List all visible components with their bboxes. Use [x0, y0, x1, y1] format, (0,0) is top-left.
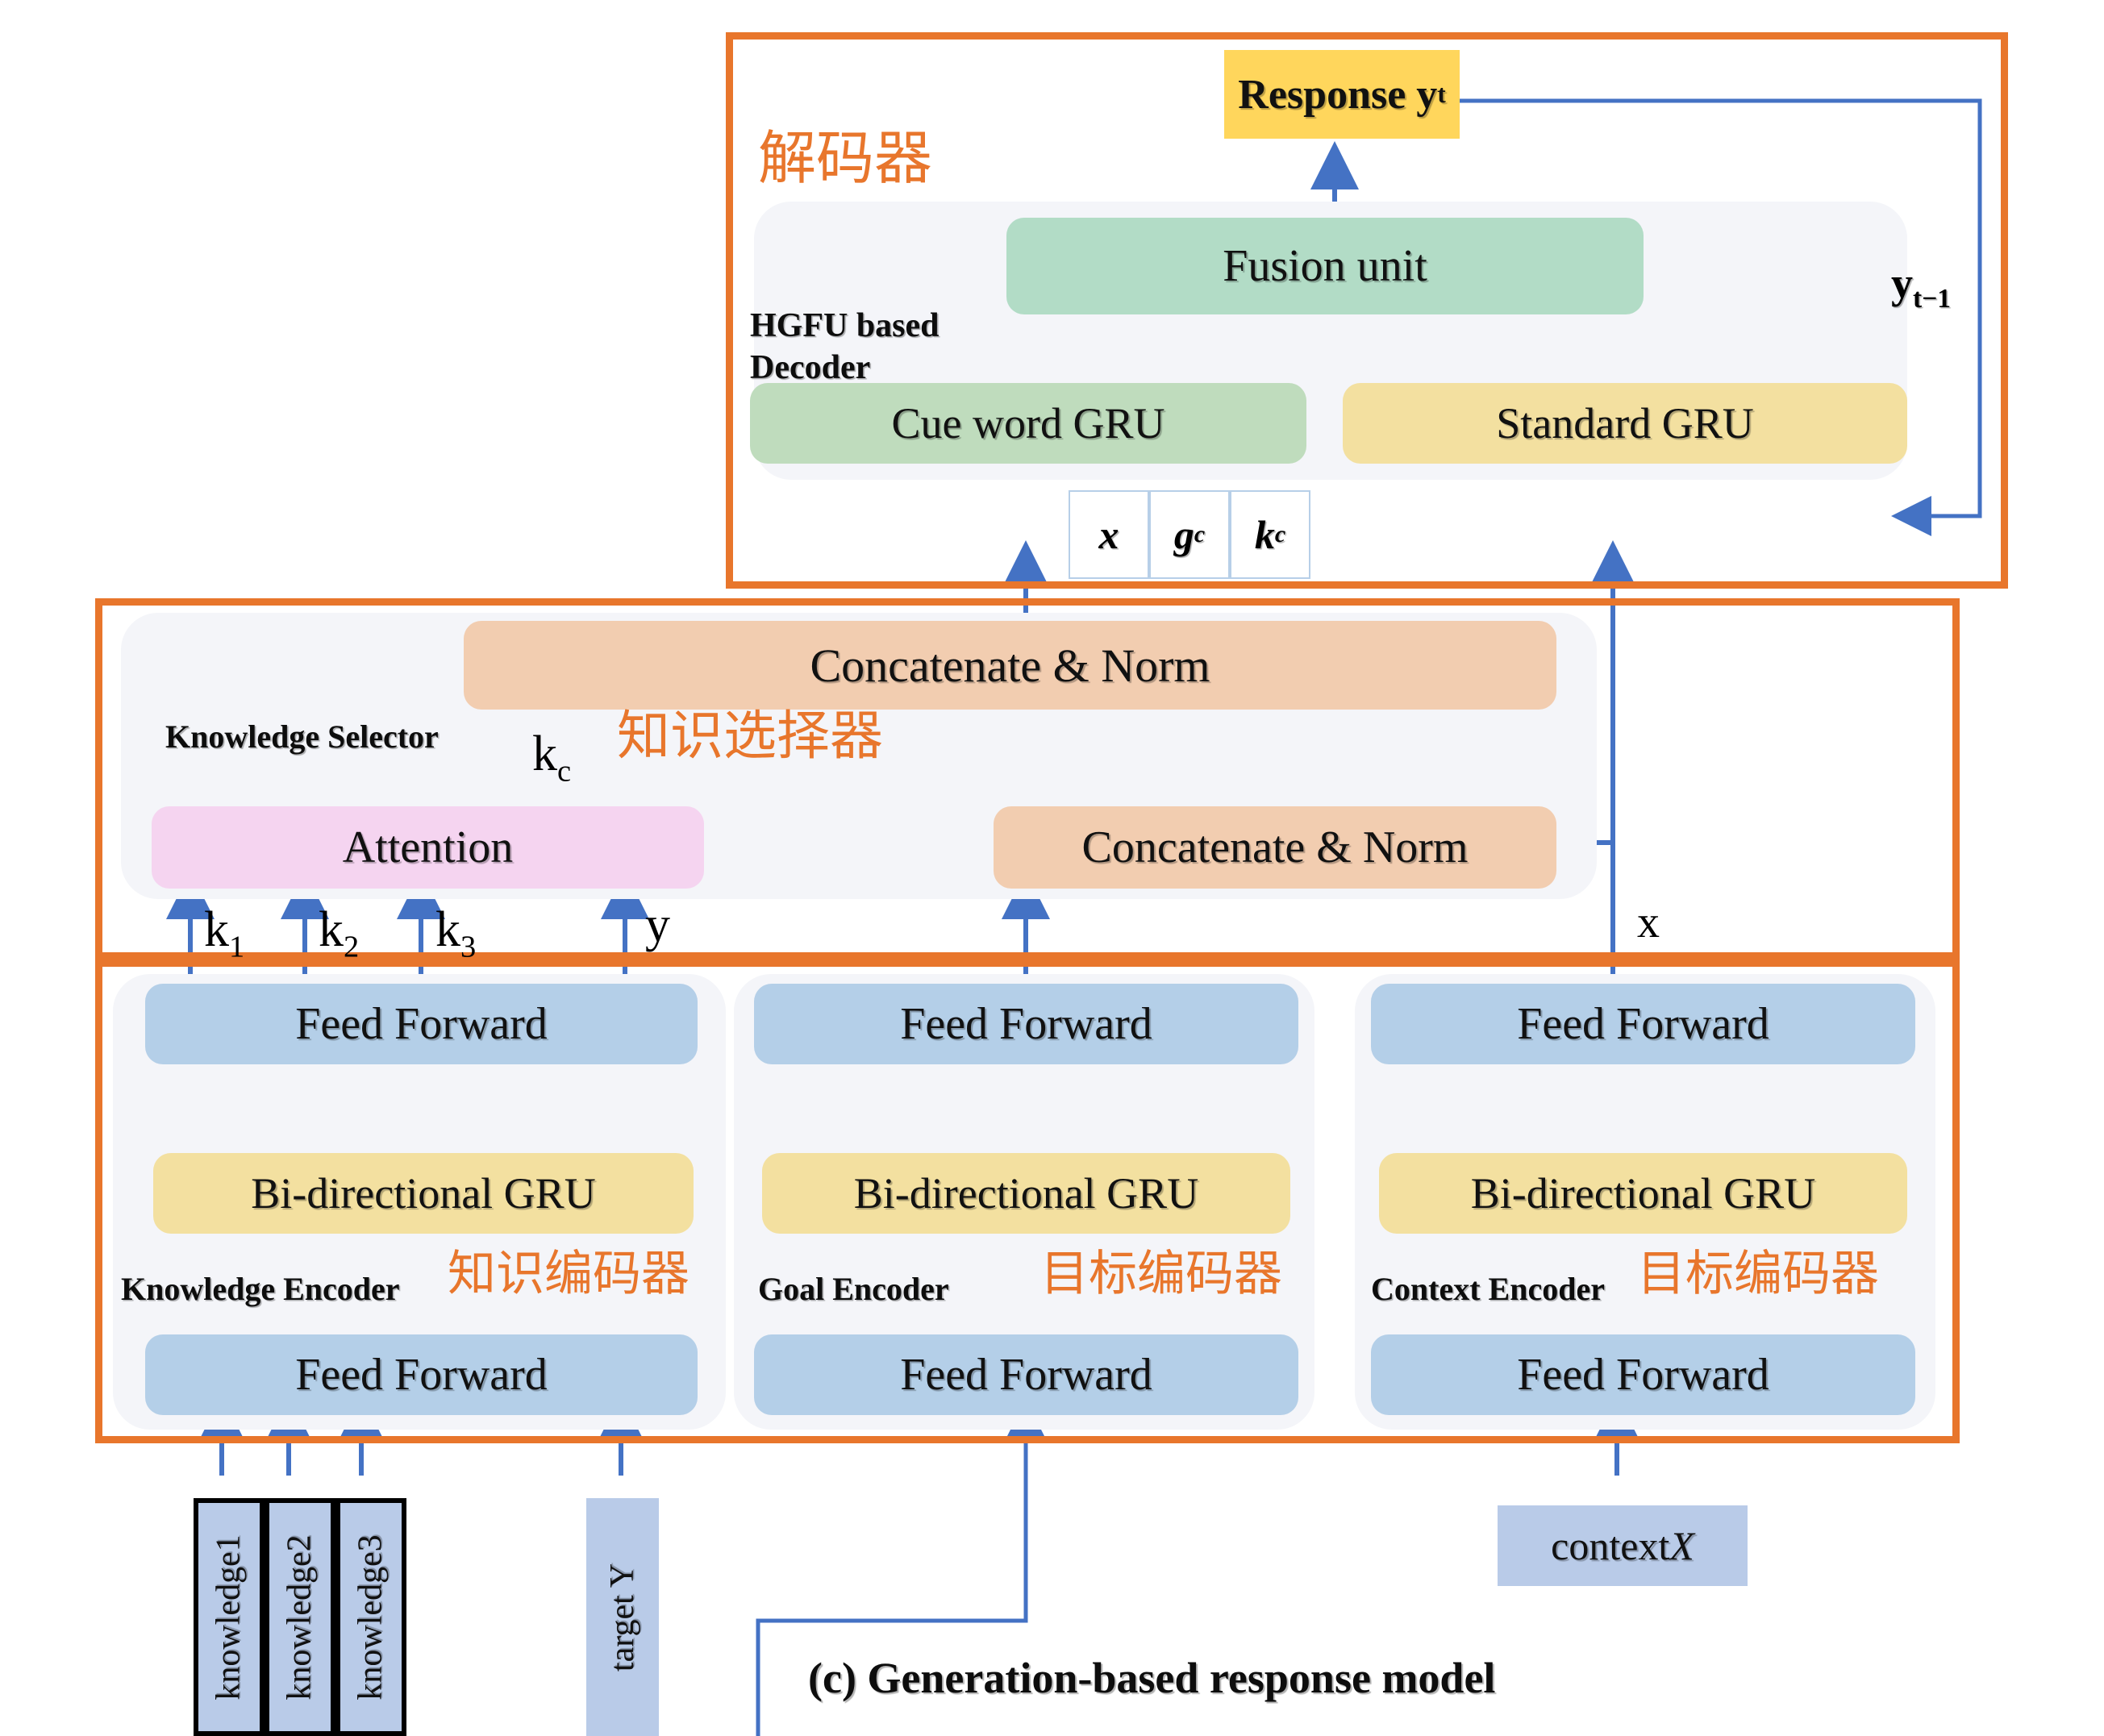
cell-kc-base: k — [1254, 512, 1275, 557]
response-label: Response y — [1238, 71, 1438, 118]
input-knowledge1-label: knowledge1 — [210, 1534, 248, 1701]
concat-norm-mid-label: Concatenate & Norm — [1081, 822, 1469, 872]
context-encoder-section-label-cn: 目标编码器 — [1637, 1246, 1879, 1302]
input-knowledge3: knowledge3 — [335, 1498, 406, 1736]
feedback-base: y — [1891, 259, 1913, 307]
input-knowledge2-label: knowledge2 — [281, 1534, 319, 1701]
input-target-y-label: target Y — [604, 1563, 641, 1671]
kc-sub: c — [557, 754, 572, 789]
cue-word-gru-box: Cue word GRU — [750, 383, 1306, 464]
standard-gru-box: Standard GRU — [1343, 383, 1907, 464]
y-wire-label: y — [645, 897, 670, 952]
goal-ff-top-label: Feed Forward — [900, 999, 1152, 1049]
goal-ff-bottom-label: Feed Forward — [900, 1350, 1152, 1400]
context-ff-bottom-label: Feed Forward — [1517, 1350, 1769, 1400]
standard-gru-label: Standard GRU — [1496, 399, 1754, 448]
input-context-x: context X — [1498, 1505, 1748, 1586]
decoder-section-label-cn: 解码器 — [758, 124, 933, 192]
knowledge-encoder-feed-forward-bottom: Feed Forward — [145, 1334, 698, 1415]
k1-base: k — [204, 902, 229, 957]
knowledge-ff-bottom-label: Feed Forward — [295, 1350, 548, 1400]
cell-gc-base: g — [1173, 512, 1194, 557]
context-encoder-bigru: Bi-directional GRU — [1379, 1153, 1907, 1234]
feedback-yt-minus-1-label: yt−1 — [1891, 258, 1951, 314]
concat-norm-top-label: Concatenate & Norm — [810, 639, 1210, 692]
context-encoder-label: Context Encoder — [1371, 1271, 1605, 1307]
cell-x-label: x — [1098, 512, 1119, 557]
kc-wire-label: kc — [532, 726, 571, 789]
k3-wire-label: k3 — [435, 901, 476, 964]
goal-encoder-bigru: Bi-directional GRU — [762, 1153, 1290, 1234]
k3-base: k — [435, 902, 460, 957]
kc-base: k — [532, 726, 557, 781]
context-encoder-feed-forward-bottom: Feed Forward — [1371, 1334, 1915, 1415]
cell-kc: kc — [1230, 490, 1310, 579]
knowledge-encoder-label: Knowledge Encoder — [121, 1271, 400, 1307]
figure-canvas: 解码器 HGFU based Decoder Response yt Fusio… — [0, 0, 2104, 1736]
goal-encoder-feed-forward-top: Feed Forward — [754, 984, 1298, 1064]
concat-norm-mid-box: Concatenate & Norm — [994, 806, 1556, 889]
attention-label: Attention — [342, 822, 514, 872]
context-ff-top-label: Feed Forward — [1517, 999, 1769, 1049]
knowledge-encoder-feed-forward-top: Feed Forward — [145, 984, 698, 1064]
k2-base: k — [319, 902, 344, 957]
response-output-box: Response yt — [1224, 50, 1460, 139]
knowledge-ff-top-label: Feed Forward — [295, 999, 548, 1049]
goal-encoder-feed-forward-bottom: Feed Forward — [754, 1334, 1298, 1415]
response-label-sub: t — [1437, 80, 1446, 108]
context-bigru-label: Bi-directional GRU — [1470, 1169, 1816, 1218]
input-context-x-var: X — [1669, 1523, 1694, 1568]
input-knowledge3-label: knowledge3 — [352, 1534, 390, 1701]
k1-wire-label: k1 — [204, 901, 244, 964]
context-encoder-feed-forward-top: Feed Forward — [1371, 984, 1915, 1064]
hgfu-decoder-label-line2: Decoder — [750, 349, 871, 386]
feedback-sub: t−1 — [1913, 283, 1951, 314]
x-wire-label: x — [1637, 897, 1660, 947]
fusion-unit-label: Fusion unit — [1223, 241, 1427, 291]
hgfu-decoder-label-line1: HGFU based — [750, 307, 940, 344]
knowledge-selector-label: Knowledge Selector — [165, 718, 439, 755]
cue-word-gru-label: Cue word GRU — [891, 399, 1165, 448]
goal-encoder-section-label-cn: 目标编码器 — [1040, 1246, 1282, 1302]
knowledge-selector-section-label-cn: 知识选择器 — [617, 705, 883, 767]
cell-kc-sub: c — [1274, 521, 1286, 547]
cell-gc: gc — [1149, 490, 1230, 579]
fusion-unit-box: Fusion unit — [1006, 218, 1644, 314]
input-knowledge1: knowledge1 — [194, 1498, 265, 1736]
input-context-x-prefix: context — [1551, 1523, 1670, 1568]
knowledge-encoder-bigru: Bi-directional GRU — [153, 1153, 694, 1234]
input-target-y: target Y — [586, 1498, 659, 1736]
goal-encoder-label: Goal Encoder — [758, 1271, 949, 1307]
input-knowledge2: knowledge2 — [265, 1498, 335, 1736]
k2-wire-label: k2 — [319, 901, 359, 964]
attention-box: Attention — [152, 806, 704, 889]
cell-x: x — [1069, 490, 1149, 579]
knowledge-encoder-section-label-cn: 知识编码器 — [448, 1246, 690, 1302]
decoder-input-cells: x gc kc — [1069, 490, 1310, 579]
cell-gc-sub: c — [1194, 521, 1206, 547]
figure-caption: (c) Generation-based response model — [808, 1654, 1496, 1702]
goal-bigru-label: Bi-directional GRU — [853, 1169, 1199, 1218]
knowledge-bigru-label: Bi-directional GRU — [251, 1169, 596, 1218]
concat-norm-top-box: Concatenate & Norm — [464, 621, 1556, 710]
